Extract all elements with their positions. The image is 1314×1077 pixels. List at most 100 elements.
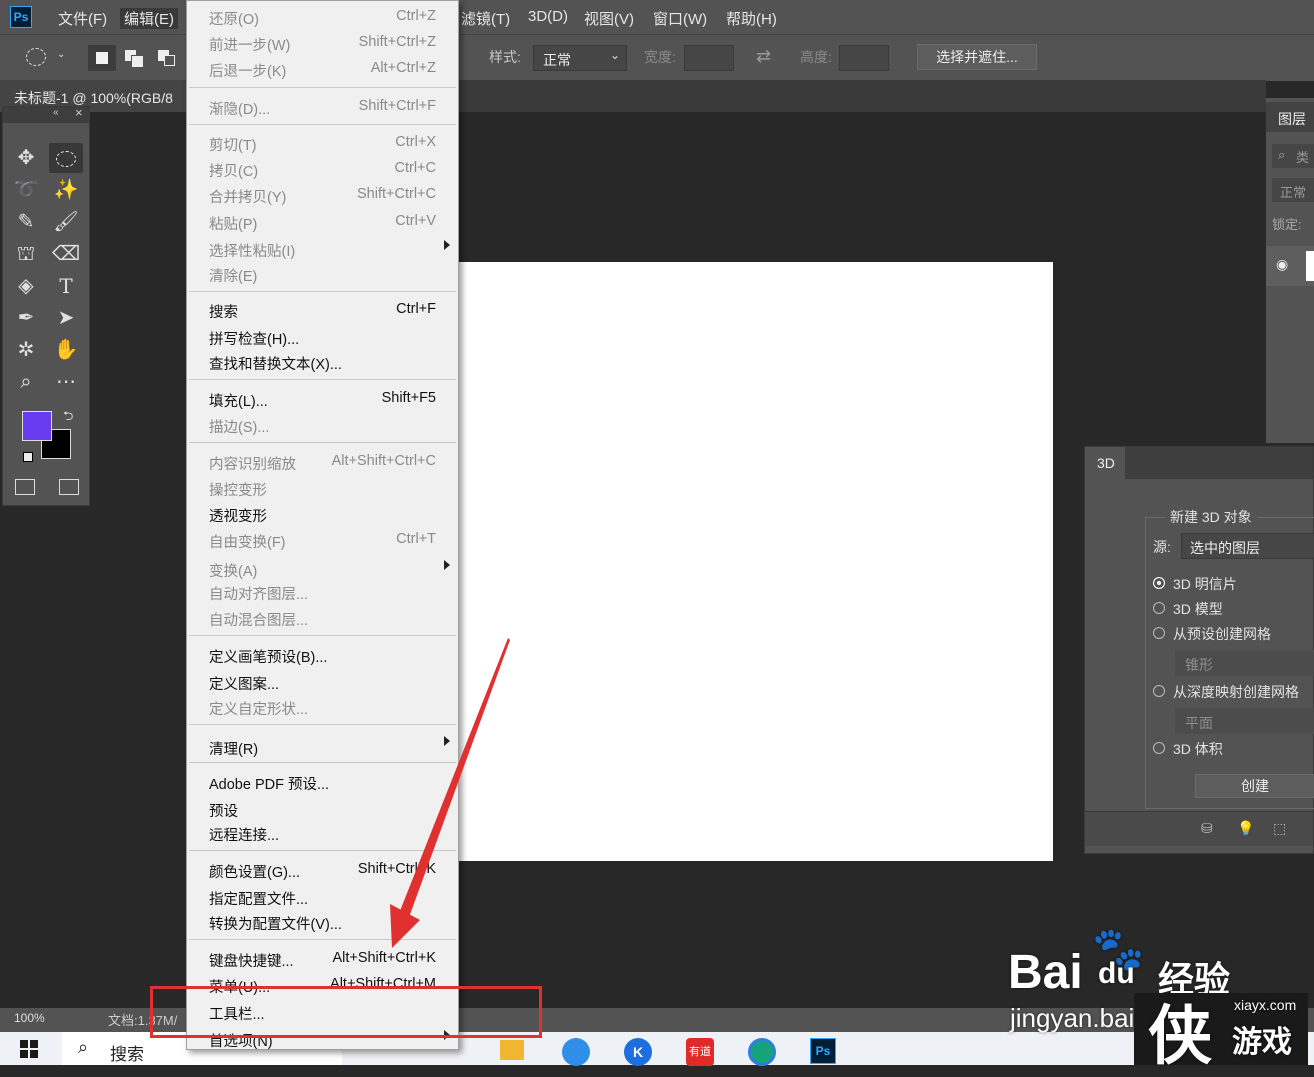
radio-preset-mesh[interactable] (1153, 627, 1165, 639)
layer-filter[interactable]: ⌕ 类 (1272, 144, 1314, 168)
width-input[interactable] (684, 45, 734, 71)
photoshop-taskbar-icon[interactable]: Ps (810, 1038, 836, 1064)
edge-icon[interactable] (748, 1038, 776, 1066)
layers-tab[interactable]: 图层 (1266, 102, 1314, 132)
create-button[interactable]: 创建 (1195, 774, 1314, 798)
blend-mode-select[interactable]: 正常 (1272, 178, 1314, 202)
collapse-icon[interactable]: « (53, 107, 59, 118)
swap-colors-icon[interactable]: ⮌ (63, 407, 73, 429)
youdao-icon[interactable]: 有道 (686, 1038, 714, 1066)
pen-tool-icon[interactable]: ✒ (9, 303, 43, 333)
quick-mask-icon[interactable] (15, 479, 35, 495)
menu-item-undo[interactable]: 还原(O) (209, 8, 259, 29)
menu-item-presets[interactable]: 预设 (209, 800, 238, 821)
preset-mesh-select[interactable]: 锥形 (1175, 650, 1314, 676)
path-selection-tool-icon[interactable]: ➤ (49, 303, 83, 333)
menu-item-clear[interactable]: 清除(E) (209, 265, 257, 286)
menu-item-auto-align-layers[interactable]: 自动对齐图层... (209, 583, 308, 604)
default-colors-icon[interactable] (23, 452, 33, 462)
menu-item-pdf-presets[interactable]: Adobe PDF 预设... (209, 773, 329, 794)
eye-icon[interactable]: ◉ (1276, 256, 1288, 273)
brush-tool-icon[interactable]: 🖌 (49, 207, 83, 237)
photoshop-logo[interactable]: Ps (10, 6, 32, 28)
menu-item-define-brush[interactable]: 定义画笔预设(B)... (209, 646, 327, 667)
menu-item-paste[interactable]: 粘贴(P) (209, 213, 257, 234)
menu-item-puppet-warp[interactable]: 操控变形 (209, 479, 267, 500)
3d-rotate-tool-icon[interactable]: ✲ (9, 335, 43, 365)
radio-3d-model[interactable] (1153, 602, 1165, 614)
menu-item-define-pattern[interactable]: 定义图案... (209, 673, 279, 694)
canvas[interactable] (459, 262, 1053, 861)
menu-item-search[interactable]: 搜索 (209, 301, 238, 322)
menu-item-auto-blend-layers[interactable]: 自动混合图层... (209, 609, 308, 630)
toolbox-header[interactable]: « × (3, 105, 89, 123)
menu-item-check-spelling[interactable]: 拼写检查(H)... (209, 328, 299, 349)
close-icon[interactable]: × (75, 105, 83, 120)
swap-icon[interactable]: ⇄ (756, 46, 771, 67)
scene-icon[interactable]: ⛁ (1201, 820, 1213, 837)
windows-start-icon[interactable] (20, 1040, 38, 1058)
browser-icon[interactable] (562, 1038, 590, 1066)
menu-item-convert-profile[interactable]: 转换为配置文件(V)... (209, 913, 342, 934)
menu-item-define-shape[interactable]: 定义自定形状... (209, 698, 308, 719)
move-tool-icon[interactable]: ✥ (9, 143, 43, 173)
ellipse-marquee-icon[interactable] (26, 48, 46, 66)
zoom-level[interactable]: 100% (14, 1011, 45, 1025)
menu-item-free-transform[interactable]: 自由变换(F) (209, 531, 286, 552)
source-select[interactable]: 选中的图层 (1181, 533, 1314, 559)
menu-item-copy-merged[interactable]: 合并拷贝(Y) (209, 186, 286, 207)
menu-item-find-replace[interactable]: 查找和替换文本(X)... (209, 353, 342, 374)
menu-item-cut[interactable]: 剪切(T) (209, 134, 257, 155)
menu-item-purge[interactable]: 清理(R) (209, 738, 258, 759)
type-tool-icon[interactable]: T (49, 271, 83, 301)
menu-item-color-settings[interactable]: 颜色设置(G)... (209, 861, 300, 882)
menu-filter[interactable]: 滤镜(T) (461, 8, 510, 29)
stamp-tool-icon[interactable]: ⛫ (9, 239, 43, 269)
hand-tool-icon[interactable]: ✋ (49, 335, 83, 365)
paint-bucket-tool-icon[interactable]: ◈ (9, 271, 43, 301)
menu-view[interactable]: 视图(V) (584, 8, 634, 29)
menu-item-stroke[interactable]: 描边(S)... (209, 416, 269, 437)
height-input[interactable] (839, 45, 889, 71)
menu-item-content-aware-scale[interactable]: 内容识别缩放 (209, 453, 296, 474)
menu-item-step-forward[interactable]: 前进一步(W) (209, 34, 290, 55)
cube-icon[interactable]: ⬚ (1273, 820, 1286, 837)
menu-item-transform[interactable]: 变换(A) (209, 560, 257, 581)
menu-item-fill[interactable]: 填充(L)... (209, 390, 268, 411)
menu-item-assign-profile[interactable]: 指定配置文件... (209, 888, 308, 909)
screen-mode-icon[interactable] (59, 479, 79, 495)
radio-3d-postcard[interactable] (1153, 577, 1165, 589)
menu-item-paste-special[interactable]: 选择性粘贴(I) (209, 240, 295, 261)
menu-3d[interactable]: 3D(D) (528, 8, 568, 25)
lasso-tool-icon[interactable]: ➰ (9, 175, 43, 205)
foreground-color-swatch[interactable] (22, 411, 52, 441)
chevron-down-icon[interactable]: ⌄ (57, 49, 65, 60)
file-explorer-icon[interactable] (500, 1040, 524, 1060)
more-tools-icon[interactable]: ⋯ (49, 367, 83, 397)
kugou-icon[interactable]: K (624, 1038, 652, 1066)
menu-file[interactable]: 文件(F) (58, 8, 107, 29)
menu-item-remote-connections[interactable]: 远程连接... (209, 824, 279, 845)
radio-depth-mesh[interactable] (1153, 685, 1165, 697)
style-select[interactable]: 正常 ⌄ (533, 45, 627, 71)
menu-edit[interactable]: 编辑(E) (120, 8, 178, 29)
menu-item-fade[interactable]: 渐隐(D)... (209, 98, 270, 119)
eyedropper-tool-icon[interactable]: ✎ (9, 207, 43, 237)
eraser-tool-icon[interactable]: ⌫ (49, 239, 83, 269)
layer-row[interactable]: ◉ (1266, 246, 1314, 286)
light-bulb-icon[interactable]: 💡 (1237, 820, 1254, 837)
ellipse-marquee-tool-icon[interactable] (49, 143, 83, 173)
menu-help[interactable]: 帮助(H) (726, 8, 777, 29)
menu-item-copy[interactable]: 拷贝(C) (209, 160, 258, 181)
zoom-tool-icon[interactable]: ⌕ (9, 367, 43, 397)
menu-item-perspective-warp[interactable]: 透视变形 (209, 505, 267, 526)
tab-3d[interactable]: 3D (1085, 447, 1125, 479)
select-and-mask-button[interactable]: 选择并遮住... (917, 44, 1037, 70)
menu-window[interactable]: 窗口(W) (653, 8, 707, 29)
new-selection-button[interactable] (88, 45, 116, 71)
menu-item-step-backward[interactable]: 后退一步(K) (209, 60, 286, 81)
menu-item-keyboard-shortcuts[interactable]: 键盘快捷键... (209, 950, 294, 971)
radio-3d-volume[interactable] (1153, 742, 1165, 754)
depth-mesh-select[interactable]: 平面 (1175, 708, 1314, 734)
magic-wand-tool-icon[interactable]: ✨ (49, 175, 83, 205)
